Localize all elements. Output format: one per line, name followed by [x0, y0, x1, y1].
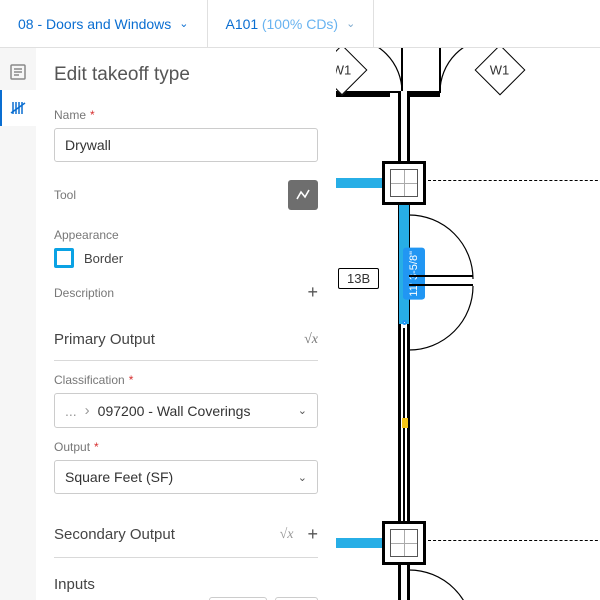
edit-panel: Edit takeoff type Name* Tool Appearance …	[36, 48, 336, 600]
chevron-down-icon: ⌄	[346, 17, 355, 30]
output-label: Output*	[54, 440, 318, 454]
sheet-suffix: (100% CDs)	[262, 16, 338, 32]
add-secondary-output-button[interactable]: +	[307, 524, 318, 545]
room-tag: 13B	[338, 268, 379, 289]
top-bar: 08 - Doors and Windows ⌄ A101 (100% CDs)…	[0, 0, 600, 48]
appearance-label: Appearance	[54, 228, 318, 242]
drawing-viewer[interactable]: W1 W1 13B 11' 3-5/8"	[336, 48, 600, 600]
left-rail	[0, 48, 36, 600]
sheet-label: A101	[226, 16, 259, 32]
formula-icon: √x	[280, 527, 294, 543]
junction-symbol	[382, 521, 426, 565]
tool-label: Tool	[54, 188, 76, 202]
name-input[interactable]	[54, 128, 318, 162]
border-swatch[interactable]	[54, 248, 74, 268]
rail-tally-icon[interactable]	[0, 90, 36, 126]
chevron-down-icon: ⌄	[298, 404, 307, 417]
classification-label: Classification*	[54, 373, 318, 387]
rail-form-icon[interactable]	[0, 54, 36, 90]
output-select[interactable]: Square Feet (SF) ⌄	[54, 460, 318, 494]
name-label: Name*	[54, 108, 318, 122]
chevron-right-icon: ›	[85, 402, 90, 419]
classification-select[interactable]: ... › 097200 - Wall Coverings ⌄	[54, 393, 318, 428]
secondary-output-header: Secondary Output √x +	[54, 512, 318, 558]
junction-symbol	[382, 161, 426, 205]
panel-title: Edit takeoff type	[54, 48, 318, 108]
inputs-header: Inputs	[54, 564, 318, 597]
border-label: Border	[84, 251, 123, 266]
sheet-dropdown[interactable]: A101 (100% CDs) ⌄	[208, 0, 375, 47]
formula-icon[interactable]: √x	[304, 332, 318, 348]
chevron-down-icon: ⌄	[298, 471, 307, 484]
package-label: 08 - Doors and Windows	[18, 16, 171, 32]
primary-output-header: Primary Output √x	[54, 319, 318, 361]
tool-polyline-button[interactable]	[288, 180, 318, 210]
chevron-down-icon: ⌄	[179, 17, 188, 30]
description-label: Description	[54, 286, 114, 300]
add-description-button[interactable]: +	[307, 282, 318, 303]
main: Edit takeoff type Name* Tool Appearance …	[0, 48, 600, 600]
package-dropdown[interactable]: 08 - Doors and Windows ⌄	[0, 0, 208, 47]
